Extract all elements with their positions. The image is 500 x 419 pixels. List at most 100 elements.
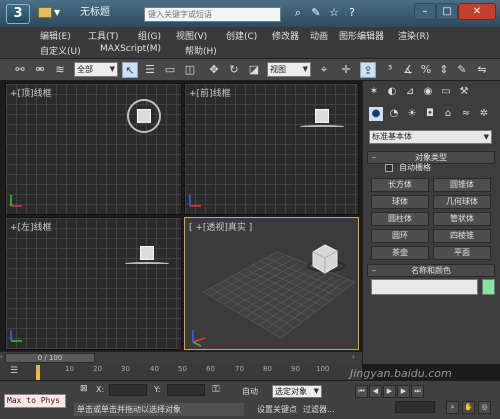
cone-button[interactable]: 圆锥体 [433,178,491,192]
y-coordinate-field[interactable] [167,384,205,396]
object-category-dropdown[interactable]: 标准基本体 ▼ [369,130,492,144]
slider-right-arrow-icon[interactable]: › [352,353,360,363]
track-bar[interactable]: ☰ 0 10 20 30 40 50 60 70 80 90 100 [0,364,362,381]
viewport-label[interactable]: +[左]线框 [10,220,52,233]
helpers-icon[interactable]: ⌂ [441,107,455,121]
help-icon[interactable]: ? [345,6,359,20]
viewport-label[interactable]: +[顶]线框 [10,86,52,99]
menu-customize[interactable]: 自定义(U) [40,44,81,57]
systems-icon[interactable]: ✲ [477,107,491,121]
maximize-button[interactable]: □ [436,3,458,20]
viewport-left[interactable]: +[左]线框 [5,217,182,350]
lock-selection-icon[interactable]: ⊠ [80,384,92,396]
go-to-start-icon[interactable]: ⏮ [355,385,368,398]
pan-icon[interactable]: ✋ [462,401,475,414]
play-icon[interactable]: ▶ [383,385,396,398]
menu-group[interactable]: 组(G) [138,29,161,42]
quick-access-dropdown-icon[interactable]: ▼ [54,8,64,18]
reference-coordinate-dropdown[interactable]: 视图 ▼ [267,62,311,77]
viewport-perspective[interactable]: [ +[透视]真实 ] [184,217,359,350]
box-object[interactable] [137,109,151,123]
snap-toggle-icon[interactable]: ³ [382,62,398,78]
manipulate-icon[interactable]: ✛ [338,62,354,78]
display-tab-icon[interactable]: ▭ [439,85,453,99]
key-selection-dropdown[interactable]: 选定对象 ▼ [272,385,322,398]
window-crossing-icon[interactable]: ◫ [182,62,198,78]
menu-create[interactable]: 创建(C) [226,29,257,42]
cameras-icon[interactable]: ◘ [423,107,437,121]
mirror-icon[interactable]: ⇋ [474,62,490,78]
geometry-icon[interactable]: ● [369,107,383,121]
shapes-icon[interactable]: ◔ [387,107,401,121]
select-by-name-icon[interactable]: ☰ [142,62,158,78]
utilities-tab-icon[interactable]: ⚒ [457,85,471,99]
orbit-icon[interactable]: ◎ [478,401,491,414]
mini-curve-editor-icon[interactable]: ☰ [10,366,24,378]
minimize-button[interactable]: – [414,3,436,20]
percent-snap-icon[interactable]: % [418,62,434,78]
app-menu-icon[interactable]: 3 [6,4,30,24]
close-button[interactable]: ✕ [458,3,496,20]
angle-snap-icon[interactable]: ∡ [400,62,416,78]
binoculars-icon[interactable]: ⌕ [291,6,305,20]
move-icon[interactable]: ✥ [206,62,222,78]
maxscript-listener-input[interactable]: Max to Phys [4,394,66,408]
menu-modifiers[interactable]: 修改器 [272,29,299,42]
viewport-label[interactable]: +[前]线框 [189,86,231,99]
viewport-top[interactable]: +[顶]线框 [5,83,182,215]
lights-icon[interactable]: ☀ [405,107,419,121]
create-tab-icon[interactable]: ✶ [367,85,381,99]
plane-button[interactable]: 平面 [433,246,491,260]
torus-button[interactable]: 圆环 [371,229,429,243]
spinner-snap-icon[interactable]: ⇕ [436,62,452,78]
object-name-input[interactable] [371,279,478,295]
teapot-button[interactable]: 茶壶 [371,246,429,260]
select-object-icon[interactable]: ↖ [122,62,138,78]
name-color-rollout[interactable]: – 名称和颜色 [367,264,495,277]
time-slider[interactable]: 0 / 100 [5,353,95,363]
rectangle-selection-icon[interactable]: ▭ [162,62,178,78]
space-warps-icon[interactable]: ≈ [459,107,473,121]
autogrid-checkbox[interactable] [385,164,393,172]
previous-frame-icon[interactable]: ◀ [369,385,382,398]
auto-key-button[interactable]: 自动 [242,386,258,397]
object-type-rollout[interactable]: – 对象类型 [367,151,495,164]
keyboard-shortcut-override-icon[interactable]: ⇪ [360,62,376,78]
object-color-swatch[interactable] [482,279,495,295]
slider-left-arrow-icon[interactable]: ‹ [0,353,5,363]
menu-graph-editors[interactable]: 图形编辑器 [339,29,384,42]
menu-animation[interactable]: 动画 [310,29,328,42]
go-to-end-icon[interactable]: ⏭ [411,385,424,398]
menu-views[interactable]: 视图(V) [176,29,207,42]
selection-filter-dropdown[interactable]: 全部 ▼ [74,62,118,77]
box-button[interactable]: 长方体 [371,178,429,192]
geosphere-button[interactable]: 几何球体 [433,195,491,209]
menu-rendering[interactable]: 渲染(R) [398,29,429,42]
cylinder-button[interactable]: 圆柱体 [371,212,429,226]
box-object[interactable] [315,109,329,123]
tools-icon[interactable]: ✎ [309,6,323,20]
tube-button[interactable]: 管状体 [433,212,491,226]
bind-space-warp-icon[interactable]: ≋ [52,62,68,78]
box-object[interactable] [140,246,154,260]
viewport-front[interactable]: +[前]线框 [184,83,359,215]
next-frame-icon[interactable]: ▶ [397,385,410,398]
zoom-icon[interactable]: ⌕ [446,401,459,414]
star-icon[interactable]: ☆ [327,6,341,20]
current-frame-input[interactable] [395,401,435,413]
set-key-button[interactable]: 设置关键点 [257,404,297,415]
link-icon[interactable]: ⚯ [12,62,28,78]
menu-help[interactable]: 帮助(H) [185,44,217,57]
pivot-center-icon[interactable]: ⌖ [316,62,332,78]
key-icon[interactable]: ⚿ [212,384,228,396]
menu-tools[interactable]: 工具(T) [88,29,119,42]
unlink-icon[interactable]: ⚮ [32,62,48,78]
sphere-button[interactable]: 球体 [371,195,429,209]
rotate-icon[interactable]: ↻ [226,62,242,78]
pyramid-button[interactable]: 四棱锥 [433,229,491,243]
search-input[interactable]: 键入关键字或短语 [144,7,281,22]
modify-tab-icon[interactable]: ◐ [385,85,399,99]
hierarchy-tab-icon[interactable]: ⊿ [403,85,417,99]
motion-tab-icon[interactable]: ◉ [421,85,435,99]
menu-maxscript[interactable]: MAXScript(M) [100,44,161,54]
